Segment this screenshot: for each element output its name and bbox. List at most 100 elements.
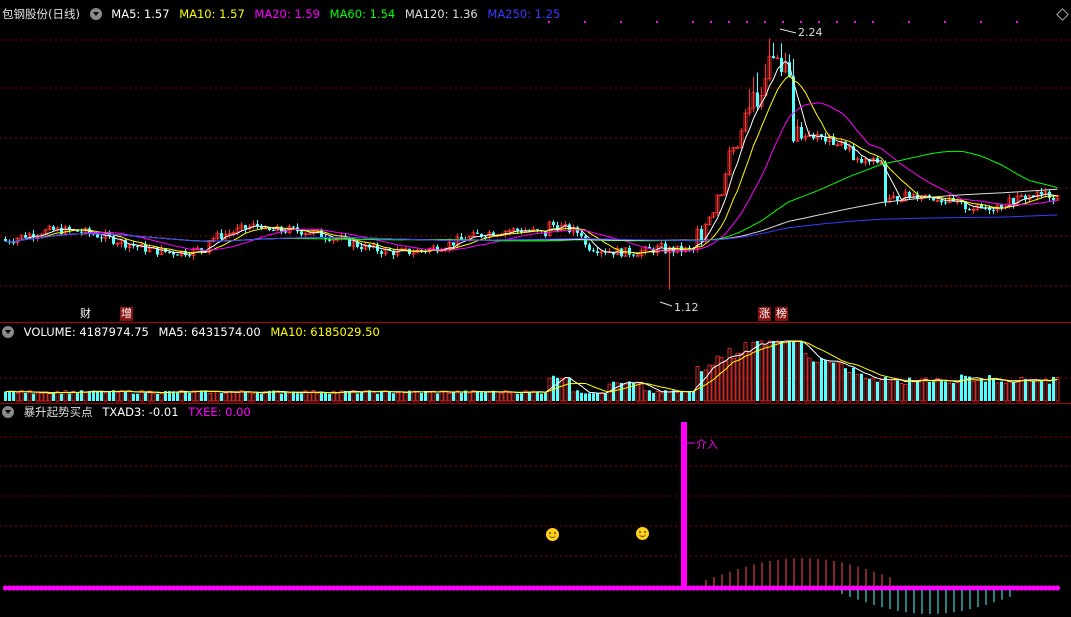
volume-bar — [739, 353, 744, 402]
volume-bar — [899, 382, 904, 402]
volume-bar — [667, 391, 672, 402]
volume-bar — [876, 381, 879, 401]
volume-bar — [896, 380, 899, 401]
volume-bar — [24, 392, 27, 401]
volume-panel[interactable]: VOLUME: 4187974.75 MA5: 6431574.00 MA10:… — [0, 323, 1071, 403]
volume-bar — [887, 381, 892, 402]
candle-body — [944, 202, 947, 204]
volume-bar — [35, 392, 40, 402]
price-panel[interactable]: 包钢股份(日线) MA5: 1.57 MA10: 1.57 MA20: 1.59… — [0, 0, 1071, 322]
volume-bar — [1000, 381, 1003, 401]
dropdown-icon[interactable] — [89, 8, 102, 20]
low-pointer — [659, 301, 673, 307]
event-tag-zhang[interactable]: 涨 — [758, 307, 771, 321]
event-tag-bang[interactable]: 榜 — [775, 307, 788, 321]
volume-bar — [815, 361, 820, 402]
indicator-panel[interactable]: 暴升起势买点 TXAD3: -0.01 TXEE: 0.00 介入 — [0, 404, 1071, 617]
volume-bar — [1035, 380, 1040, 402]
volume-bar — [1007, 381, 1012, 402]
signal-dot — [818, 21, 820, 23]
candle-body — [735, 147, 740, 149]
volume-bar — [47, 393, 52, 402]
high-price-label: 2.24 — [798, 26, 823, 39]
candle-body — [1000, 204, 1003, 208]
indicator-header: 暴升起势买点 TXAD3: -0.01 TXEE: 0.00 — [2, 404, 257, 420]
ma120-value: MA120: 1.36 — [404, 7, 478, 21]
volume-bar — [928, 381, 931, 401]
volume-bar — [388, 391, 391, 401]
volume-bar — [371, 391, 376, 402]
volume-bar — [495, 391, 500, 402]
volume-bar — [868, 378, 871, 401]
volume-bar — [788, 341, 791, 401]
volume-bar — [376, 393, 379, 401]
panel-divider — [0, 322, 1071, 323]
volume-bar — [863, 378, 868, 402]
volume-bar — [207, 393, 212, 402]
event-tag-zeng[interactable]: 增 — [120, 307, 133, 321]
candle-body — [452, 242, 455, 246]
volume-bar — [800, 341, 803, 401]
candle-body — [552, 222, 555, 226]
volume-bar — [731, 357, 736, 402]
candle-body — [188, 255, 191, 257]
volume-bar — [188, 392, 191, 401]
volume-bar — [300, 393, 303, 401]
volume-bar — [655, 391, 660, 402]
volume-bar — [812, 361, 815, 401]
entry-signal-bar — [681, 422, 687, 588]
candle-body — [96, 234, 99, 238]
candle-body — [1040, 191, 1043, 195]
event-tag-cai[interactable]: 财 — [79, 307, 92, 321]
volume-bar — [879, 379, 884, 402]
volume-bar — [715, 355, 720, 402]
signal-dot — [836, 21, 838, 23]
volume-bar — [772, 341, 775, 401]
volume-bar — [803, 353, 808, 402]
volume-bar — [324, 393, 327, 401]
volume-bar — [431, 390, 436, 402]
dropdown-icon[interactable] — [2, 326, 14, 338]
dropdown-icon[interactable] — [2, 406, 14, 418]
candle-body — [772, 56, 775, 59]
volume-bar — [380, 390, 383, 401]
volume-bar — [723, 360, 728, 402]
volume-bar — [108, 391, 111, 401]
volume-bar — [607, 383, 612, 402]
price-header: 包钢股份(日线) MA5: 1.57 MA10: 1.57 MA20: 1.59… — [2, 6, 566, 22]
volume-bar — [103, 392, 108, 402]
volume-bar — [711, 365, 716, 402]
volume-bar — [923, 377, 928, 402]
volume-bar — [751, 341, 756, 402]
candle-body — [268, 228, 271, 231]
volume-bar — [824, 360, 827, 401]
signal-dot — [980, 21, 982, 23]
candle-body — [80, 231, 83, 233]
volume-bar — [320, 392, 323, 401]
volume-bar — [932, 381, 935, 401]
volume-bar — [1043, 378, 1048, 402]
volume-ma10-value: MA10: 6185029.50 — [270, 325, 380, 339]
volume-bar — [688, 391, 691, 401]
volume-bar — [383, 390, 388, 402]
volume-bar — [256, 392, 259, 401]
volume-bar — [536, 391, 539, 401]
volume-bar — [528, 391, 531, 401]
candle-body — [940, 200, 943, 203]
candle-body — [860, 158, 863, 163]
volume-bar — [568, 378, 571, 401]
volume-bar — [215, 390, 220, 402]
candle-body — [100, 237, 103, 239]
volume-bar — [903, 384, 908, 402]
volume-bar — [467, 392, 472, 402]
volume-bar — [871, 377, 876, 402]
volume-bar — [492, 390, 495, 401]
volume-bar — [1032, 381, 1035, 401]
volume-bar — [628, 381, 631, 401]
candle-body — [968, 209, 971, 211]
volume-bar — [916, 380, 919, 401]
volume-bar — [935, 377, 940, 402]
volume-bar — [675, 392, 680, 402]
volume-bar — [643, 390, 648, 402]
volume-bar — [439, 390, 444, 402]
